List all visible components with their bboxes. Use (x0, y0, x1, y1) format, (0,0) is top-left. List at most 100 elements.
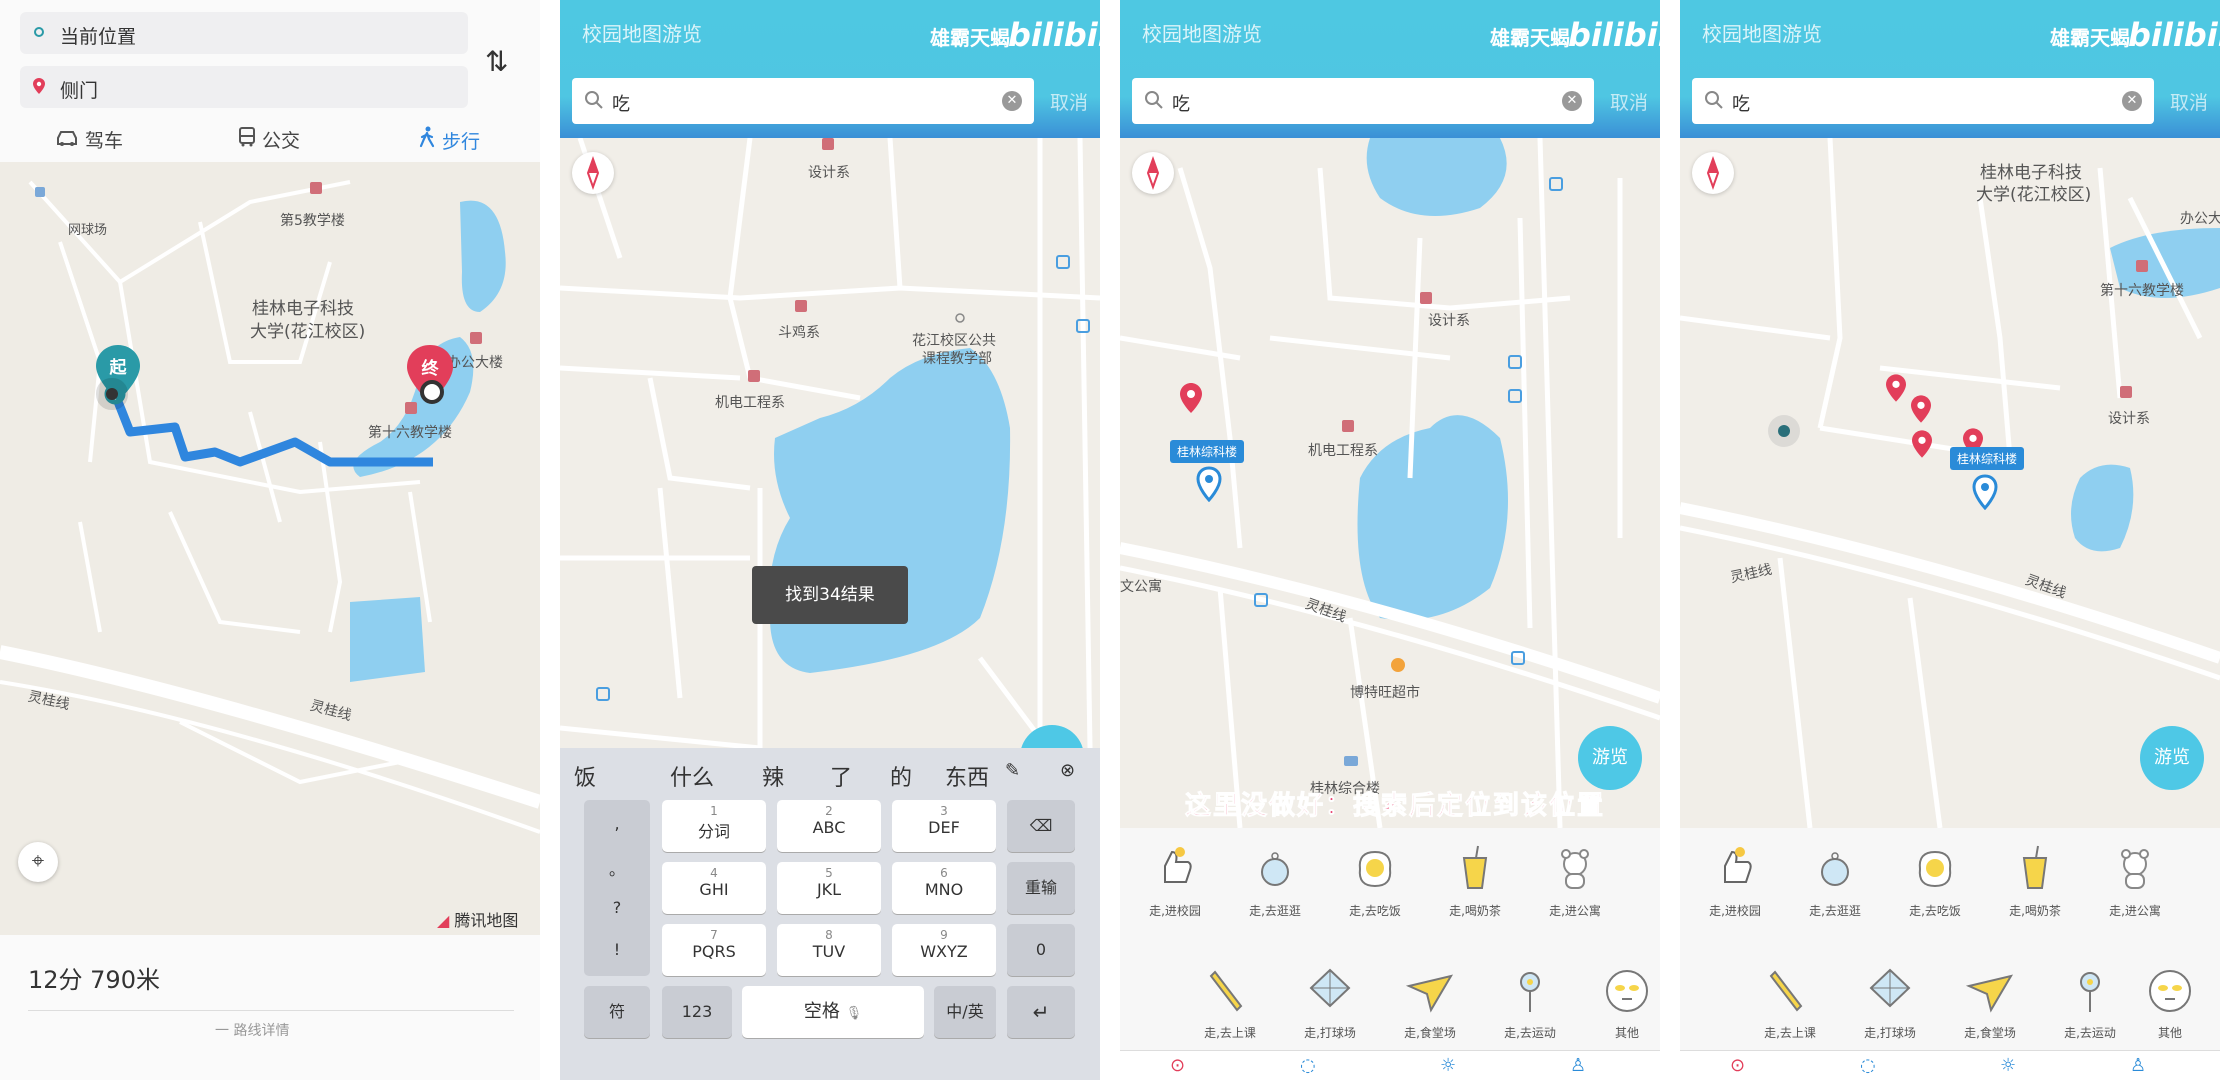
result-pin-icon[interactable] (1912, 430, 1932, 458)
category-item[interactable]: 走,去上课 (1745, 966, 1835, 1041)
origin-field[interactable]: 当前位置 (20, 12, 468, 54)
zero-key[interactable]: 0 (1007, 924, 1075, 976)
flower-icon (2080, 972, 2100, 1012)
browse-button[interactable]: 游览 (2140, 726, 2204, 790)
browse-button[interactable]: 游览 (1578, 726, 1642, 790)
search-box[interactable]: 吃 ✕ (1692, 78, 2154, 124)
compass-button[interactable] (572, 152, 614, 194)
category-item[interactable]: 走,食堂场 (1385, 966, 1475, 1041)
key-8[interactable]: 8 TUV (777, 924, 881, 976)
map-label: 文公寓 (1120, 579, 1162, 595)
category-item[interactable]: 其他 (2125, 966, 2215, 1041)
profile-tab-icon[interactable]: ♙ (1570, 1055, 1586, 1076)
search-input[interactable]: 吃 (1172, 90, 1190, 116)
weather-tab-icon[interactable]: ☼ (2000, 1055, 2016, 1076)
result-pin-icon[interactable] (1911, 395, 1931, 423)
language-key[interactable]: 中/英 (934, 986, 996, 1038)
category-item[interactable]: 走,进校园 (1690, 844, 1780, 919)
category-item[interactable]: 走,打球场 (1285, 966, 1375, 1041)
pen-icon[interactable]: ✎ (1005, 760, 1020, 781)
campus-map[interactable]: 桂林电子科技 大学(花江校区) 办公大 第十六教学楼 设计系 灵桂线 灵桂线 桂… (1680, 138, 2220, 828)
selected-place-label: 桂林综科楼 (1950, 447, 2025, 470)
backspace-key[interactable]: ⌫ (1007, 800, 1075, 852)
search-box[interactable]: 吃 ✕ (572, 78, 1034, 124)
start-marker[interactable]: 起 (96, 345, 140, 401)
candidate[interactable]: 的 (890, 760, 912, 792)
category-item[interactable]: 走,去吃饭 (1330, 844, 1420, 919)
enter-key[interactable]: ↵ (1007, 986, 1075, 1038)
campus-map[interactable]: 设计系 机电工程系 灵桂线 博特旺超市 文公寓 桂林综合楼 桂林综科楼 (1120, 138, 1660, 828)
punct-key[interactable]: ? (584, 898, 650, 917)
category-item[interactable]: 走,去上课 (1185, 966, 1275, 1041)
search-icon (1705, 91, 1723, 109)
tab-bus[interactable]: 公交 (238, 126, 300, 153)
category-item[interactable]: 走,打球场 (1845, 966, 1935, 1041)
category-item[interactable]: 走,去运动 (1485, 966, 1575, 1041)
category-item[interactable]: 走,进校园 (1130, 844, 1220, 919)
chat-tab-icon[interactable]: ◌ (1860, 1055, 1876, 1076)
punct-key[interactable]: 。 (584, 856, 650, 880)
category-item[interactable]: 走,进公寓 (2090, 844, 2180, 919)
search-box[interactable]: 吃 ✕ (1132, 78, 1594, 124)
search-input[interactable]: 吃 (1732, 90, 1750, 116)
result-pin-icon[interactable] (1886, 374, 1906, 402)
category-item[interactable]: 走,食堂场 (1945, 966, 2035, 1041)
numeric-key[interactable]: 123 (662, 986, 732, 1038)
punctuation-column[interactable]: , 。 ? ! (584, 800, 650, 976)
destination-field[interactable]: 侧门 (20, 66, 468, 108)
divider (28, 1010, 514, 1011)
key-2[interactable]: 2 ABC (777, 800, 881, 852)
chat-tab-icon[interactable]: ◌ (1300, 1055, 1316, 1076)
swap-icon[interactable]: ⇅ (485, 45, 508, 78)
compass-button[interactable] (1132, 152, 1174, 194)
campus-map[interactable]: 设计系 斗鸡系 花江校区公共 课程教学部 机电工程系 找到34结果 (560, 138, 1100, 748)
weather-tab-icon[interactable]: ☼ (1440, 1055, 1456, 1076)
route-map[interactable]: 网球场 第5教学楼 桂林电子科技 大学(花江校区) 办公大楼 第十六教学楼 灵桂… (0, 162, 540, 937)
selected-location-icon[interactable] (1972, 474, 1998, 510)
map-tab-icon[interactable]: ⊙ (1170, 1055, 1185, 1076)
category-item[interactable]: 走,去吃饭 (1890, 844, 1980, 919)
search-cancel-button[interactable]: 取消 (1610, 88, 1648, 115)
candidate[interactable]: 辣 (762, 760, 784, 792)
category-item[interactable]: 走,去运动 (2045, 966, 2135, 1041)
selected-location-icon[interactable] (1196, 466, 1222, 502)
key-6[interactable]: 6 MNO (892, 862, 996, 914)
destination-text: 侧门 (60, 80, 99, 102)
candidate[interactable]: 饭 (574, 760, 596, 792)
punct-key[interactable]: ! (584, 940, 650, 959)
space-key[interactable]: 空格 🎙 (742, 986, 924, 1038)
search-cancel-button[interactable]: 取消 (2170, 88, 2208, 115)
compass-button[interactable] (1692, 152, 1734, 194)
category-item[interactable]: 走,去逛逛 (1790, 844, 1880, 919)
key-5[interactable]: 5 JKL (777, 862, 881, 914)
category-item[interactable]: 走,喝奶茶 (1990, 844, 2080, 919)
key-4[interactable]: 4 GHI (662, 862, 766, 914)
candidate[interactable]: 什么 (670, 760, 714, 792)
candidate[interactable]: 东西 (945, 760, 989, 792)
punct-key[interactable]: , (584, 814, 650, 833)
category-item[interactable]: 走,进公寓 (1530, 844, 1620, 919)
profile-tab-icon[interactable]: ♙ (2130, 1055, 2146, 1076)
clear-icon[interactable]: ✕ (1562, 91, 1582, 111)
route-details-link[interactable]: 一 路线详情 (215, 1020, 289, 1040)
clear-icon[interactable]: ✕ (2122, 91, 2142, 111)
close-icon[interactable]: ⊗ (1060, 760, 1075, 781)
clear-icon[interactable]: ✕ (1002, 91, 1022, 111)
key-7[interactable]: 7 PQRS (662, 924, 766, 976)
tab-walk[interactable]: 步行 (418, 126, 480, 154)
key-3[interactable]: 3 DEF (892, 800, 996, 852)
key-9[interactable]: 9 WXYZ (892, 924, 996, 976)
search-input[interactable]: 吃 (612, 90, 630, 116)
map-tab-icon[interactable]: ⊙ (1730, 1055, 1745, 1076)
locate-button[interactable]: ⌖ (18, 842, 58, 882)
reinput-key[interactable]: 重输 (1007, 862, 1075, 914)
symbol-key[interactable]: 符 (584, 986, 650, 1038)
category-item[interactable]: 其他 (1582, 966, 1660, 1041)
category-item[interactable]: 走,去逛逛 (1230, 844, 1320, 919)
search-cancel-button[interactable]: 取消 (1050, 88, 1088, 115)
candidate[interactable]: 了 (830, 760, 852, 792)
result-pin-icon[interactable] (1180, 383, 1202, 413)
category-item[interactable]: 走,喝奶茶 (1430, 844, 1520, 919)
tab-drive[interactable]: 驾车 (55, 126, 123, 153)
key-1[interactable]: 1 分词 (662, 800, 766, 852)
